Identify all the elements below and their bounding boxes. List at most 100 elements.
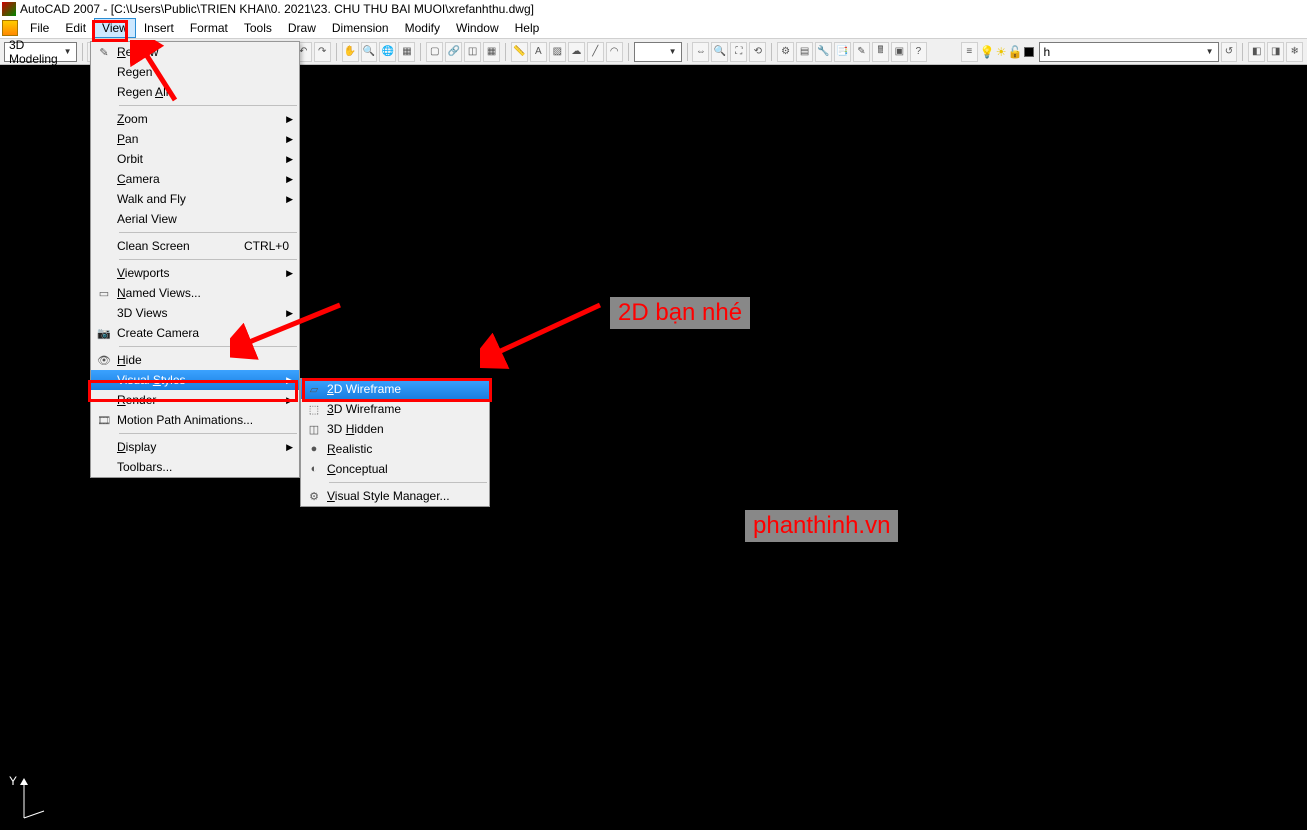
layer-state-icons[interactable]: 💡 ☀ 🔓 xyxy=(980,45,1034,59)
menu-item-label: Visual Style Manager... xyxy=(327,489,479,503)
tool-text-icon[interactable]: A xyxy=(530,42,547,62)
menu-item-regen-all[interactable]: Regen All xyxy=(91,82,299,102)
menu-item-label: 3D Wireframe xyxy=(327,402,479,416)
menu-item-label: Regen xyxy=(117,65,289,79)
menu-item-toolbars[interactable]: Toolbars... xyxy=(91,457,299,477)
tool-orbit-icon[interactable]: 🌐 xyxy=(379,42,396,62)
tool-layeroff-icon[interactable]: ◨ xyxy=(1267,42,1284,62)
tool-tool-icon[interactable]: 🔧 xyxy=(815,42,832,62)
menu-item-redraw[interactable]: ✎Redraw xyxy=(91,42,299,62)
menu-item-label: Pan xyxy=(117,132,289,146)
tool-dist-icon[interactable]: ⇔ xyxy=(692,42,709,62)
menu-item-zoom[interactable]: Zoom▶ xyxy=(91,109,299,129)
separator xyxy=(771,43,772,61)
separator xyxy=(82,43,83,61)
tool-layers-icon[interactable]: ≡ xyxy=(961,42,978,62)
tool-calc-icon[interactable]: 🖩 xyxy=(872,42,889,62)
menu-item-label: Motion Path Animations... xyxy=(117,413,289,427)
tool-line-icon[interactable]: ╱ xyxy=(587,42,604,62)
menu-item-label: Camera xyxy=(117,172,289,186)
menu-help[interactable]: Help xyxy=(507,18,548,38)
tool-layeriso-icon[interactable]: ◧ xyxy=(1248,42,1265,62)
menu-item-viewports[interactable]: Viewports▶ xyxy=(91,263,299,283)
menu-item-motion-path-animations[interactable]: 🎞Motion Path Animations... xyxy=(91,410,299,430)
menu-item-label: Display xyxy=(117,440,289,454)
menu-view[interactable]: View xyxy=(94,18,136,38)
tool-pan-icon[interactable]: ✋ xyxy=(342,42,359,62)
separator xyxy=(336,43,337,61)
tool-design-icon[interactable]: ▤ xyxy=(796,42,813,62)
menu-modify[interactable]: Modify xyxy=(397,18,448,38)
menu-dimension[interactable]: Dimension xyxy=(324,18,397,38)
tool-zoom-icon[interactable]: 🔍 xyxy=(361,42,378,62)
app-icon xyxy=(2,2,16,16)
menu-item-aerial-view[interactable]: Aerial View xyxy=(91,209,299,229)
tool-table-icon[interactable]: ▦ xyxy=(483,42,500,62)
svg-text:Y: Y xyxy=(9,774,17,788)
tool-props-icon[interactable]: ⚙ xyxy=(777,42,794,62)
menu-item-orbit[interactable]: Orbit▶ xyxy=(91,149,299,169)
tool-zoomext-icon[interactable]: ⛶ xyxy=(730,42,747,62)
wire2d-icon: ▱ xyxy=(307,382,321,396)
menu-draw[interactable]: Draw xyxy=(280,18,324,38)
tool-sheet-icon[interactable]: 📑 xyxy=(834,42,851,62)
workspace-combo[interactable]: 3D Modeling ▼ xyxy=(4,42,77,62)
menu-item-visual-style-manager[interactable]: ⚙ Visual Style Manager... xyxy=(301,486,489,506)
menu-item-camera[interactable]: Camera▶ xyxy=(91,169,299,189)
tool-layerprev-icon[interactable]: ↺ xyxy=(1221,42,1238,62)
ucs-icon: Y xyxy=(6,773,46,826)
tool-dashboard-icon[interactable]: ▦ xyxy=(398,42,415,62)
menu-format[interactable]: Format xyxy=(182,18,236,38)
menu-item-pan[interactable]: Pan▶ xyxy=(91,129,299,149)
menu-item-label: Realistic xyxy=(327,442,479,456)
menu-item-label: Visual Styles xyxy=(117,373,289,387)
tool-help-icon[interactable]: ? xyxy=(910,42,927,62)
menu-item-hide[interactable]: 👁Hide xyxy=(91,350,299,370)
camera-icon: 📷 xyxy=(97,326,111,340)
tool-zoomwin-icon[interactable]: 🔍 xyxy=(711,42,728,62)
tool-arc-icon[interactable]: ◠ xyxy=(606,42,623,62)
menu-item-3d-wireframe[interactable]: ⬚3D Wireframe xyxy=(301,399,489,419)
layer-combo[interactable]: h ▼ xyxy=(1039,42,1219,62)
menu-item-clean-screen[interactable]: Clean ScreenCTRL+0 xyxy=(91,236,299,256)
menu-insert[interactable]: Insert xyxy=(136,18,182,38)
color-swatch xyxy=(1024,47,1034,57)
menu-item-label: Zoom xyxy=(117,112,289,126)
menu-separator xyxy=(329,482,487,483)
menu-item-conceptual[interactable]: ◐Conceptual xyxy=(301,459,489,479)
hidden-icon: ◫ xyxy=(307,422,321,436)
tool-layfrz-icon[interactable]: ❄ xyxy=(1286,42,1303,62)
tool-measure-icon[interactable]: 📏 xyxy=(511,42,528,62)
menu-item-3d-views[interactable]: 3D Views▶ xyxy=(91,303,299,323)
menu-window[interactable]: Window xyxy=(448,18,507,38)
menu-item-label: 2D Wireframe xyxy=(327,382,479,396)
menu-item-named-views[interactable]: ▭Named Views... xyxy=(91,283,299,303)
menu-item-label: Render xyxy=(117,393,289,407)
menu-tools[interactable]: Tools xyxy=(236,18,280,38)
tool-region-icon[interactable]: ◫ xyxy=(464,42,481,62)
tool-zoomprev-icon[interactable]: ⟲ xyxy=(749,42,766,62)
tool-markup-icon[interactable]: ✎ xyxy=(853,42,870,62)
title-bar: AutoCAD 2007 - [C:\Users\Public\TRIEN KH… xyxy=(0,0,1307,18)
menu-item-render[interactable]: Render▶ xyxy=(91,390,299,410)
menu-item-2d-wireframe[interactable]: ▱ 2D Wireframe xyxy=(301,379,489,399)
manager-icon: ⚙ xyxy=(307,489,321,503)
menu-item-visual-styles[interactable]: Visual Styles▶ xyxy=(91,370,299,390)
bulb-on-icon: 💡 xyxy=(980,45,995,59)
menu-edit[interactable]: Edit xyxy=(57,18,94,38)
menu-file[interactable]: File xyxy=(22,18,57,38)
menu-item-regen[interactable]: Regen xyxy=(91,62,299,82)
submenu-arrow-icon: ▶ xyxy=(286,114,293,125)
tool-block-icon[interactable]: ▢ xyxy=(426,42,443,62)
menu-item-create-camera[interactable]: 📷Create Camera xyxy=(91,323,299,343)
tool-revcloud-icon[interactable]: ☁ xyxy=(568,42,585,62)
tool-blocked-icon[interactable]: ▣ xyxy=(891,42,908,62)
tool-hatch-icon[interactable]: ▨ xyxy=(549,42,566,62)
menu-item-walk-and-fly[interactable]: Walk and Fly▶ xyxy=(91,189,299,209)
menu-item-realistic[interactable]: ●Realistic xyxy=(301,439,489,459)
menu-item-3d-hidden[interactable]: ◫3D Hidden xyxy=(301,419,489,439)
menu-item-display[interactable]: Display▶ xyxy=(91,437,299,457)
tool-redo-icon[interactable]: ↷ xyxy=(314,42,331,62)
scale-combo[interactable]: ▼ xyxy=(634,42,682,62)
tool-xref-icon[interactable]: 🔗 xyxy=(445,42,462,62)
